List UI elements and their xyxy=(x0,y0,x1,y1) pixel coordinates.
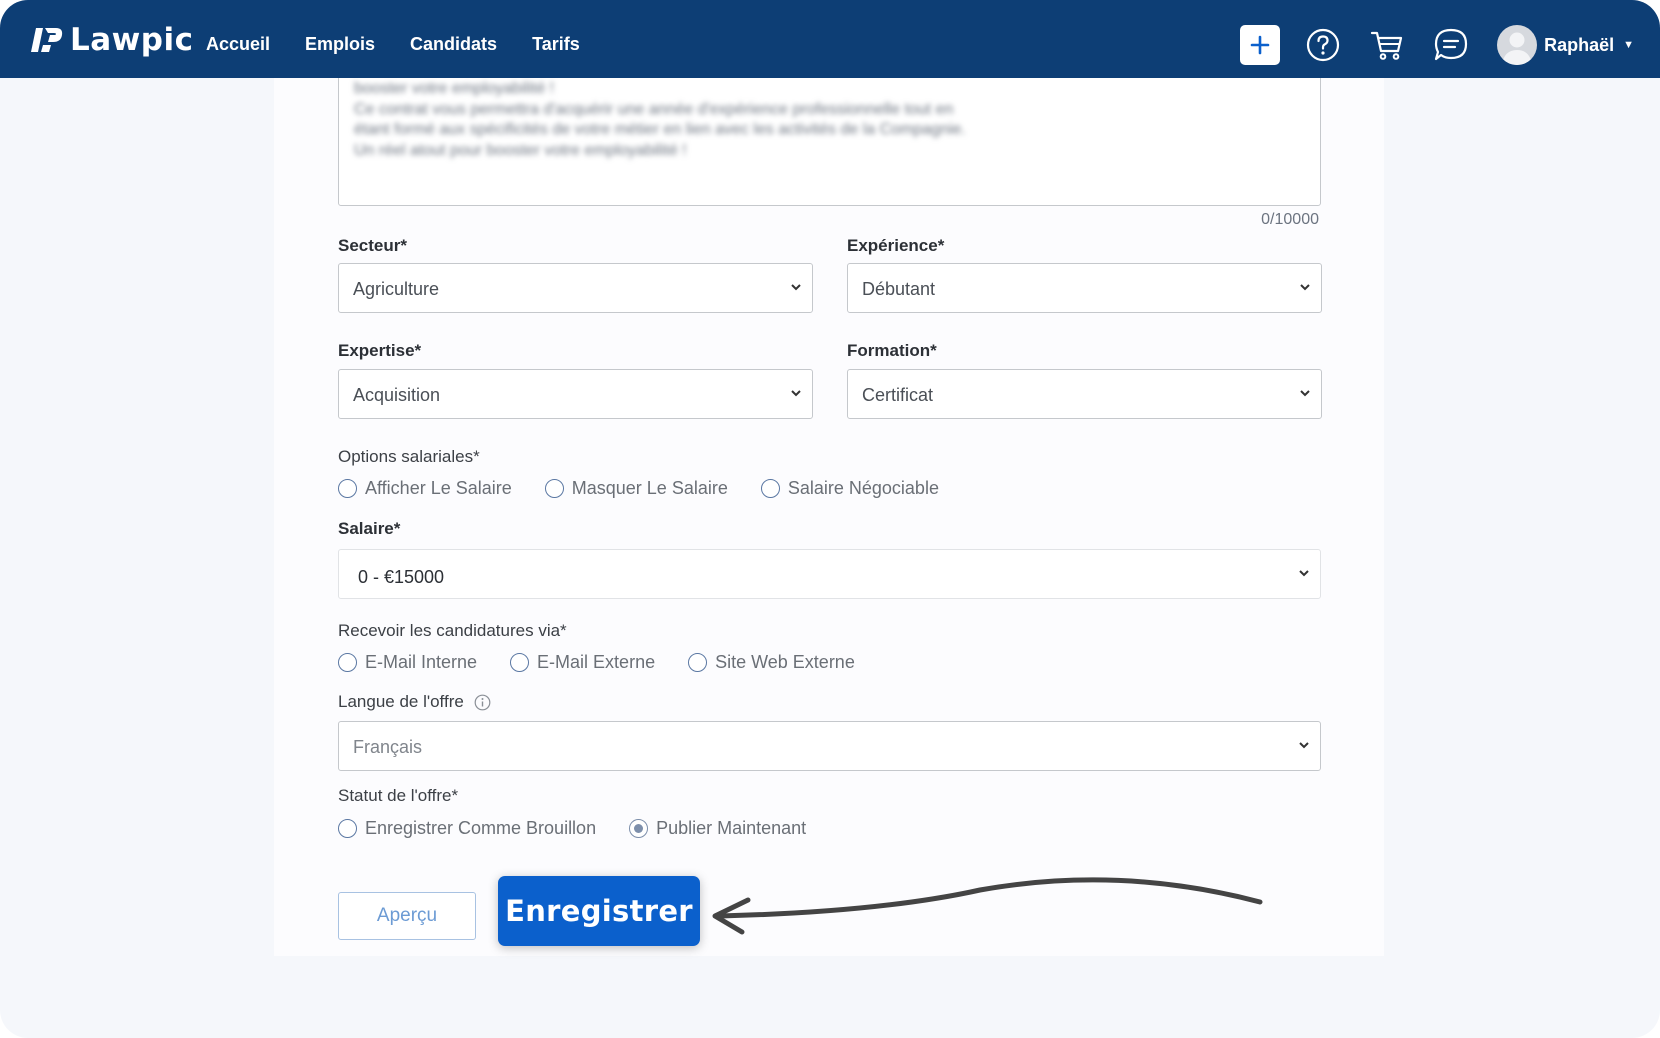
radio-label: Masquer Le Salaire xyxy=(571,478,728,498)
radio-label: Publier Maintenant xyxy=(656,818,807,838)
chat-icon[interactable] xyxy=(1433,27,1469,63)
annotation-arrow-icon xyxy=(712,877,1263,935)
salary-options-label: Options salariales* xyxy=(338,447,480,466)
formation-label: Formation* xyxy=(847,341,937,360)
experience-value: Débutant xyxy=(862,279,936,299)
formation-value: Certificat xyxy=(862,385,934,405)
nav-actions: Raphaël ▼ xyxy=(1240,24,1634,66)
radio-afficher-salaire[interactable]: Afficher Le Salaire xyxy=(338,478,512,499)
user-menu[interactable]: Raphaël ▼ xyxy=(1497,25,1634,65)
radio-circle xyxy=(544,479,564,498)
salaire-select[interactable]: 0 - €15000 xyxy=(338,549,1321,599)
radio-label: Enregistrer Comme Brouillon xyxy=(365,818,597,838)
save-button[interactable]: Enregistrer xyxy=(498,876,700,946)
user-name: Raphaël xyxy=(1544,34,1615,55)
salary-options-group: Afficher Le Salaire Masquer Le Salaire S… xyxy=(338,478,972,499)
radio-circle-checked xyxy=(629,819,649,838)
nav-emplois[interactable]: Emplois xyxy=(305,34,375,55)
radio-circle xyxy=(688,653,708,672)
radio-circle xyxy=(510,653,530,672)
help-icon[interactable] xyxy=(1305,27,1341,63)
receive-via-label: Recevoir les candidatures via* xyxy=(338,621,567,640)
top-navbar: Lawpic Accueil Emplois Candidats Tarifs xyxy=(0,0,1660,78)
job-form-card: booster votre employabilité ! Ce contrat… xyxy=(274,72,1384,956)
radio-circle xyxy=(760,479,780,498)
expertise-value: Acquisition xyxy=(353,385,441,405)
secteur-value: Agriculture xyxy=(353,279,440,299)
radio-circle xyxy=(338,819,357,838)
cart-icon[interactable] xyxy=(1369,27,1405,63)
add-button[interactable] xyxy=(1240,25,1281,65)
radio-brouillon[interactable]: Enregistrer Comme Brouillon xyxy=(338,818,596,839)
chevron-down-icon xyxy=(1299,570,1309,577)
chevron-down-icon xyxy=(1300,284,1310,291)
info-icon[interactable] xyxy=(474,694,491,711)
radio-publier-maintenant[interactable]: Publier Maintenant xyxy=(629,818,806,839)
radio-label: E-Mail Interne xyxy=(365,652,478,672)
description-text: booster votre employabilité ! Ce contrat… xyxy=(354,80,966,159)
statut-label: Statut de l'offre* xyxy=(338,786,459,805)
expertise-select[interactable]: Acquisition xyxy=(338,369,813,419)
salaire-label: Salaire* xyxy=(338,519,401,538)
nav-tarifs[interactable]: Tarifs xyxy=(532,34,580,55)
avatar xyxy=(1497,25,1538,65)
nav-accueil[interactable]: Accueil xyxy=(206,34,270,55)
plus-icon xyxy=(1250,35,1270,55)
receive-via-group: E-Mail Interne E-Mail Externe Site Web E… xyxy=(338,652,888,673)
caret-down-icon: ▼ xyxy=(1623,39,1634,51)
description-textarea[interactable]: booster votre employabilité ! Ce contrat… xyxy=(338,72,1321,206)
chevron-down-icon xyxy=(1299,742,1309,749)
statut-group: Enregistrer Comme Brouillon Publier Main… xyxy=(338,818,839,839)
radio-label: Salaire Négociable xyxy=(787,478,939,498)
lawpic-logo-icon xyxy=(31,28,63,52)
langue-value: Français xyxy=(353,737,423,757)
radio-site-web-externe[interactable]: Site Web Externe xyxy=(688,652,855,673)
radio-label: Afficher Le Salaire xyxy=(365,478,512,498)
expertise-label: Expertise* xyxy=(338,341,422,360)
chevron-down-icon xyxy=(1300,390,1310,397)
radio-email-externe[interactable]: E-Mail Externe xyxy=(510,652,655,673)
secteur-select[interactable]: Agriculture xyxy=(338,263,813,313)
nav-candidats[interactable]: Candidats xyxy=(410,34,497,55)
app-frame: Lawpic Accueil Emplois Candidats Tarifs xyxy=(0,0,1660,1038)
main-nav: Accueil Emplois Candidats Tarifs xyxy=(206,34,580,55)
experience-label: Expérience* xyxy=(847,236,945,255)
langue-label-text: Langue de l'offre xyxy=(338,692,464,711)
secteur-label: Secteur* xyxy=(338,236,407,255)
radio-circle xyxy=(338,653,357,672)
radio-masquer-salaire[interactable]: Masquer Le Salaire xyxy=(544,478,728,499)
salaire-value: 0 - €15000 xyxy=(358,567,445,587)
radio-label: Site Web Externe xyxy=(715,652,855,672)
brand-name: Lawpic xyxy=(70,22,194,58)
experience-select[interactable]: Débutant xyxy=(847,263,1322,313)
chevron-down-icon xyxy=(791,284,801,291)
radio-circle xyxy=(338,479,357,498)
radio-salaire-negociable[interactable]: Salaire Négociable xyxy=(760,478,939,499)
char-counter: 0/10000 xyxy=(1261,211,1319,228)
preview-button[interactable]: Aperçu xyxy=(338,892,476,940)
langue-label: Langue de l'offre xyxy=(338,692,491,712)
radio-email-interne[interactable]: E-Mail Interne xyxy=(338,652,477,673)
brand-logo[interactable]: Lawpic xyxy=(30,22,194,58)
chevron-down-icon xyxy=(791,390,801,397)
langue-select[interactable]: Français xyxy=(338,721,1321,771)
radio-label: E-Mail Externe xyxy=(537,652,656,672)
formation-select[interactable]: Certificat xyxy=(847,369,1322,419)
